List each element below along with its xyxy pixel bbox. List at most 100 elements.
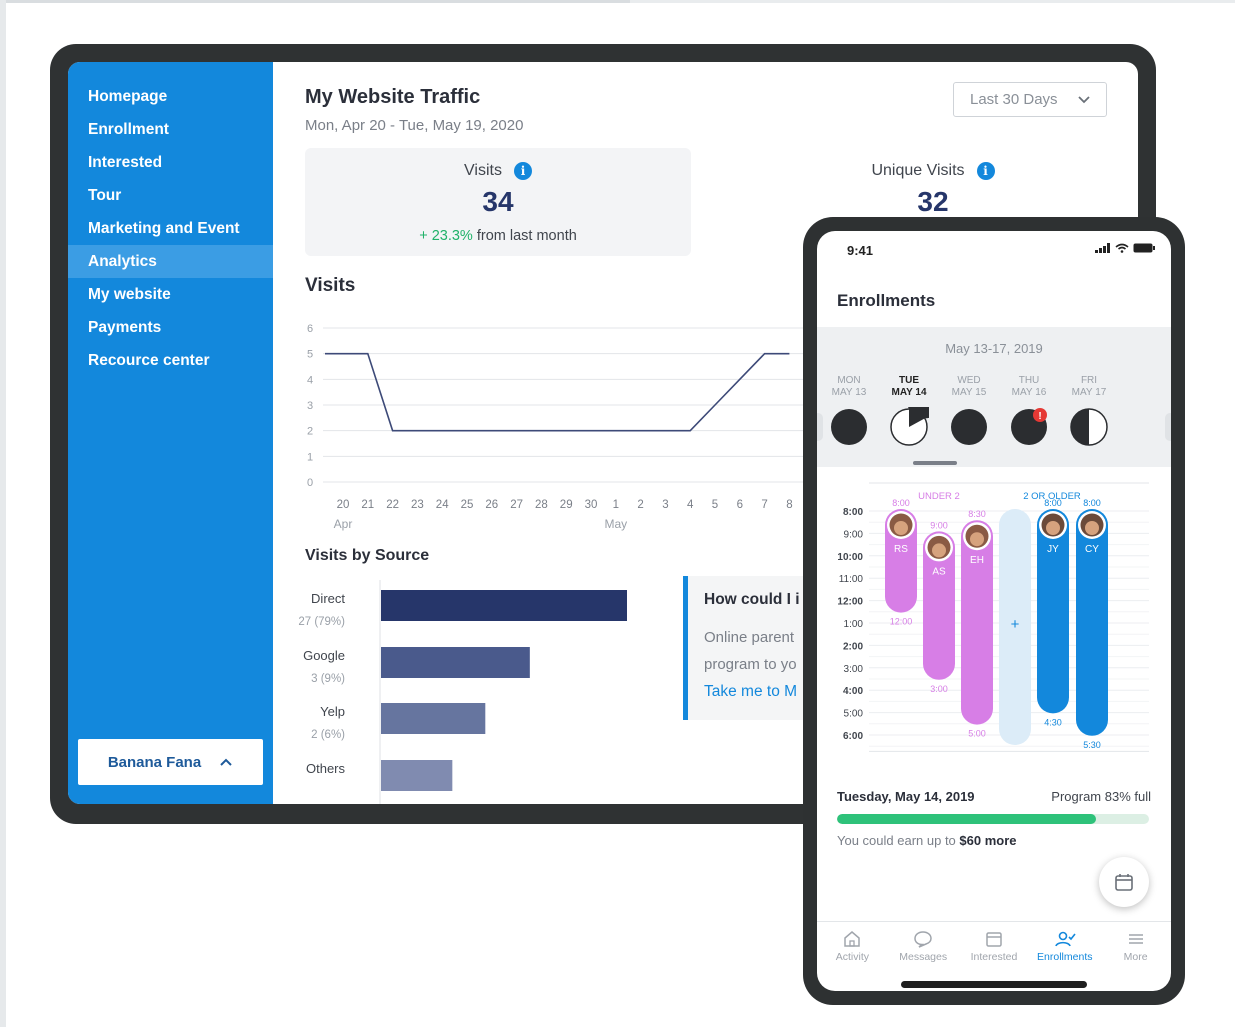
tab-interested[interactable]: Interested [960,930,1028,977]
source-value-label: 2 (6%) [311,729,345,741]
sidebar-item-payments[interactable]: Payments [68,311,273,344]
x-tick-label: 7 [761,499,767,511]
sidebar-item-enrollment[interactable]: Enrollment [68,113,273,146]
date-range-select-value: Last 30 Days [970,91,1058,108]
end-time-label: 4:30 [1044,717,1062,727]
signal-icon [1095,243,1110,253]
date-range-select[interactable]: Last 30 Days [953,82,1107,117]
day-label-thu[interactable]: THU MAY 16 [1004,375,1054,399]
tab-more[interactable]: More [1102,930,1170,977]
day-capacity-dot[interactable] [829,407,869,447]
info-icon[interactable]: i [513,162,532,180]
x-tick-label: 25 [461,499,474,511]
sidebar-item-resource-center[interactable]: Recource center [68,344,273,377]
day-label-mon[interactable]: MON MAY 13 [824,375,874,399]
time-label: 10:00 [837,552,863,563]
sidebar-item-homepage[interactable]: Homepage [68,80,273,113]
day-of-week: TUE [899,375,919,386]
day-label-wed[interactable]: WED MAY 15 [944,375,994,399]
enrollment-bar[interactable] [961,520,993,725]
end-time-label: 5:30 [1083,740,1101,750]
tab-activity-label: Activity [835,951,870,963]
y-tick-label: 0 [307,477,313,489]
tab-enrollments[interactable]: Enrollments [1031,930,1099,977]
x-tick-label: 24 [436,499,449,511]
visits-series-line [325,352,790,432]
visits-chart-title: Visits [305,275,356,296]
callout-link[interactable]: Take me to M [704,683,797,701]
account-switcher-button[interactable]: Banana Fana [78,739,263,785]
x-tick-label: 29 [560,499,573,511]
capacity-progress-fill [837,814,1096,824]
sidebar-item-my-website[interactable]: My website [68,278,273,311]
program-date: Tuesday, May 14, 2019 [837,789,975,804]
day-label-fri[interactable]: FRI MAY 17 [1064,375,1114,399]
enrollments-title: Enrollments [837,291,936,310]
selected-day-indicator [913,461,957,465]
wifi-icon [1115,243,1129,253]
chevron-up-icon [220,758,232,766]
dot-fill [1071,409,1089,445]
start-time-label: 8:00 [1044,498,1062,508]
time-label: 1:00 [844,619,864,630]
enrollment-schedule: UNDER 22 OR OLDER8:009:0010:0011:0012:00… [837,482,1149,752]
unique-visits-stat: Unique Visits i 32 [833,148,1033,228]
day-capacity-dot[interactable] [889,407,929,447]
enrollment-bar[interactable] [1037,509,1069,714]
end-time-label: 5:00 [968,729,986,739]
account-name: Banana Fana [107,753,202,771]
day-of-week: WED [957,375,981,386]
day-label-tue[interactable]: TUE MAY 14 [884,375,934,399]
callout-text: Online parent program to yo [704,624,797,678]
calendar-fab-button[interactable] [1099,857,1149,907]
tab-messages[interactable]: Messages [889,930,957,977]
unique-visits-label: Unique Visits [871,162,965,179]
visits-stat-label: Visits [464,162,502,179]
chevron-down-icon [1078,95,1090,103]
avatar-face [894,521,908,535]
tab-activity[interactable]: Activity [818,930,886,977]
time-label: 4:00 [843,686,863,697]
x-tick-label: 22 [386,499,399,511]
source-bar [381,760,453,791]
visits-change-percent: + 23.3% [419,228,473,244]
calendar-icon [986,932,1002,947]
day-capacity-dot[interactable] [1069,407,1109,447]
sidebar-item-analytics[interactable]: Analytics [68,245,273,278]
source-category-label: Direct [311,591,345,606]
day-capacity-dot[interactable]: ! [1009,407,1049,447]
day-of-week: THU [1018,375,1040,386]
x-tick-label: 23 [411,499,424,511]
left-border [0,0,6,1027]
x-tick-label: 3 [662,499,668,511]
sidebar-item-tour[interactable]: Tour [68,179,273,212]
x-tick-label: 27 [510,499,523,511]
x-tick-label: 8 [786,499,792,511]
chat-icon [914,931,932,948]
phone-device: 9:41 Enrollments May 13-17, 2019 MON MAY … [803,217,1185,1005]
tab-interested-label: Interested [970,951,1018,963]
next-week-handle[interactable] [1165,413,1171,441]
source-bar [381,703,486,734]
x-tick-label: 2 [637,499,643,511]
info-icon[interactable]: i [976,162,995,180]
status-icons [1095,243,1155,253]
avatar-face [1046,521,1060,535]
visits-stat-value: 34 [482,186,514,217]
x-month-label: May [604,517,627,531]
program-capacity: Program 83% full [1051,789,1151,804]
x-tick-label: 1 [613,499,619,511]
sidebar-item-marketing[interactable]: Marketing and Event [68,212,273,245]
y-tick-label: 4 [307,374,313,386]
day-capacity-dot[interactable] [949,407,989,447]
x-tick-label: 4 [687,499,694,511]
child-initials: EH [970,555,984,566]
page-title: My Website Traffic [305,86,481,108]
end-time-label: 12:00 [890,617,913,627]
sidebar-item-interested[interactable]: Interested [68,146,273,179]
child-initials: RS [894,544,908,555]
callout-text-line1: Online parent [704,629,795,646]
earn-text: You could earn up to $60 more [837,833,1017,848]
prev-week-handle[interactable] [817,413,823,441]
x-tick-label: 28 [535,499,548,511]
